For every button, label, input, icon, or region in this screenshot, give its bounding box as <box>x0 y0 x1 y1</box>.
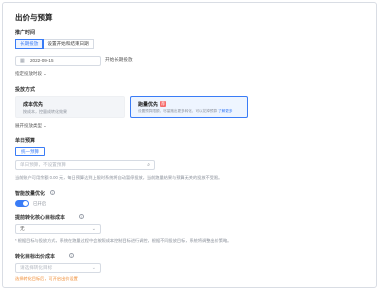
deep-cost-select[interactable]: 无 ⌄ <box>15 224 101 234</box>
chevron-down-icon: ⌄ <box>91 265 96 271</box>
info-icon[interactable]: i <box>69 253 74 258</box>
start-date-input[interactable]: ▦ 2022-09-15 <box>15 56 101 66</box>
bid-method-label: 投放方式 <box>15 87 36 93</box>
promo-time-option-range[interactable]: 设置开始和结束日期 <box>43 40 92 48</box>
conversion-cost-label: 转化目标出价成本 <box>15 254 56 260</box>
custom-time-link-label: 指定投放时段 <box>15 71 42 76</box>
bid-method-card-volume[interactable]: 跑量优先 荐 设置预算限额，尽量跑出更多转化，可以花掉预算 了解更多 <box>130 96 248 118</box>
promo-time-option-longterm[interactable]: 长期投放 <box>14 39 45 49</box>
start-suffix-text: 开始长期投放 <box>105 57 133 62</box>
chevron-down-icon: ⌄ <box>43 123 47 128</box>
promo-time-label: 推广时间 <box>15 30 36 36</box>
recommend-badge: 荐 <box>160 101 166 107</box>
deep-cost-value: 无 <box>20 226 25 231</box>
custom-time-link[interactable]: 指定投放时段 ⌄ <box>15 71 47 77</box>
card-cost-desc: 按成本，控量成转化效果 <box>23 109 67 114</box>
smart-expand-status: 已开启 <box>33 201 47 206</box>
deep-cost-label: 提前转化核心目标成本 <box>15 215 66 221</box>
bid-budget-panel: 出价与预算 推广时间 长期投放 设置开始和结束日期 ▦ 2022-09-15 开… <box>2 2 377 288</box>
conversion-cost-placeholder: 请选择转化目标 <box>20 265 53 270</box>
conversion-cost-select[interactable]: 请选择转化目标 ⌄ <box>15 263 101 273</box>
daily-budget-label: 单日预算 <box>15 138 36 144</box>
promo-time-segmented: 长期投放 设置开始和结束日期 <box>14 39 94 49</box>
start-date-value: 2022-09-15 <box>30 58 54 63</box>
page-title: 出价与预算 <box>15 13 53 22</box>
search-icon: ⌕ <box>147 162 150 168</box>
card-volume-desc: 设置预算限额，尽量跑出更多转化，可以花掉预算 了解更多 <box>138 109 232 114</box>
learn-more-link[interactable]: 了解更多 <box>218 109 232 113</box>
smart-expand-label-text: 智能放量优化 <box>15 191 46 197</box>
card-volume-title: 跑量优先 <box>138 102 159 108</box>
chevron-down-icon: ⌄ <box>43 71 47 76</box>
daily-budget-input[interactable]: 单日预算，不设置预算 ⌕ <box>15 160 155 170</box>
info-icon[interactable]: i <box>50 190 55 195</box>
expand-bid-types-link[interactable]: 展开投放类型 ⌄ <box>15 123 47 129</box>
daily-budget-hint: 当前账户可用余额 0.00 元，每日预算达到上限时系统将自动暂停投放，当前跑量结… <box>15 175 223 180</box>
bid-method-card-cost[interactable]: 成本优先 按成本，控量成转化效果 <box>15 96 125 118</box>
card-volume-desc-text: 设置预算限额，尽量跑出更多转化，可以花掉预算 <box>138 109 218 113</box>
card-cost-title: 成本优先 <box>23 102 44 108</box>
budget-unified-option[interactable]: 统一预算 <box>15 147 45 156</box>
conversion-cost-note: 选择转化目标后，可开启出价设置 <box>15 276 78 281</box>
expand-bid-types-label: 展开投放类型 <box>15 123 42 128</box>
chevron-down-icon: ⌄ <box>91 226 96 232</box>
daily-budget-placeholder: 单日预算，不设置预算 <box>20 162 66 167</box>
calendar-icon: ▦ <box>20 58 25 64</box>
smart-expand-label: 智能放量优化 <box>15 190 45 197</box>
deep-cost-hint: * 根据目标与投放方式，系统在跑量过程中会按照成本控制目标进行调控，根据不同投放… <box>15 238 232 243</box>
info-icon[interactable]: i <box>79 214 84 219</box>
smart-expand-toggle[interactable] <box>15 200 29 207</box>
